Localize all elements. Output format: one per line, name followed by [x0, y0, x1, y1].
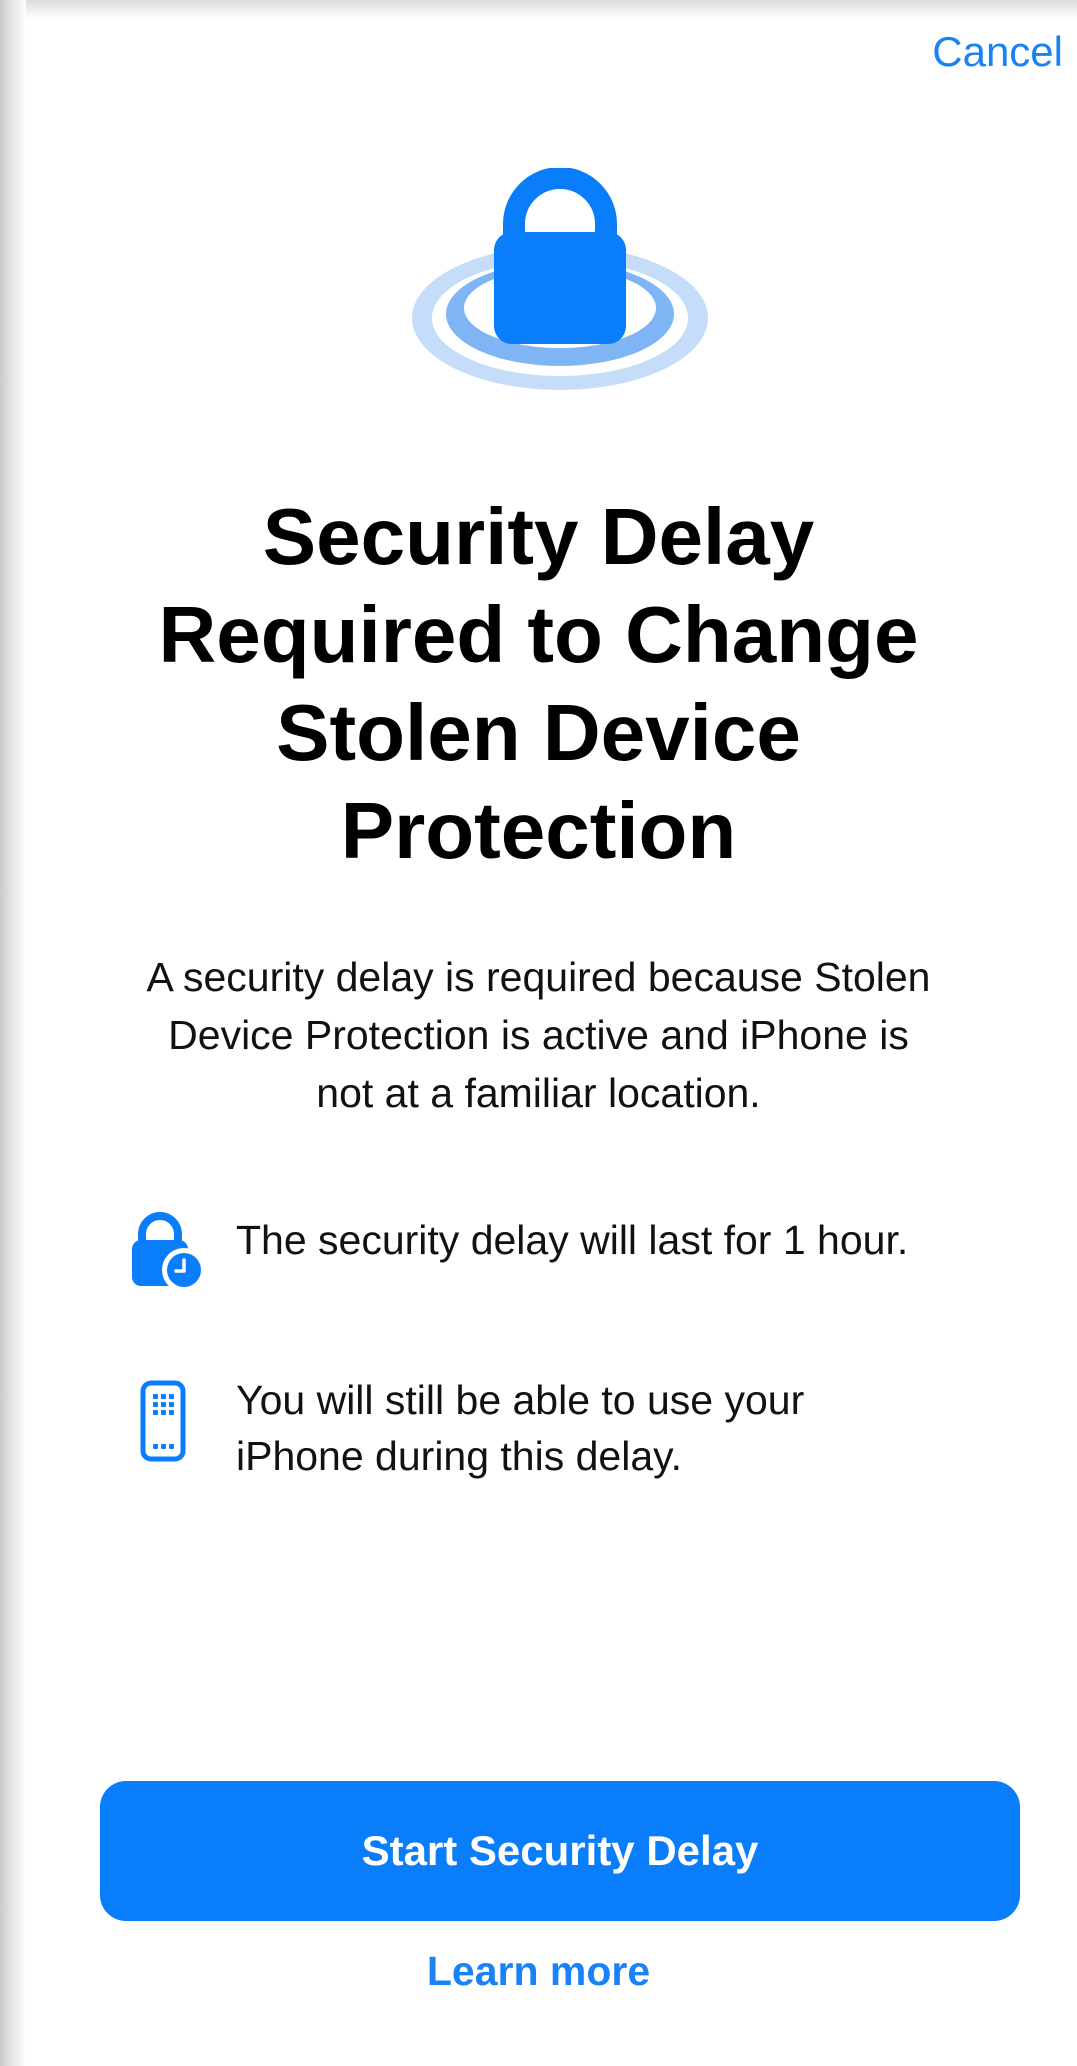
lock-with-rings-icon [410, 167, 710, 408]
feature-duration-text: The security delay will last for 1 hour. [236, 1217, 909, 1263]
window-shadow-top [0, 0, 1077, 20]
security-delay-sheet: Cancel Security Delay Required to Change… [0, 0, 1077, 2066]
cancel-button[interactable]: Cancel [932, 28, 1063, 76]
feature-usage-text: You will still be able to use your iPhon… [236, 1377, 805, 1479]
page-title: Security Delay Required to Change Stolen… [158, 492, 919, 875]
window-shadow-left [0, 0, 26, 2066]
learn-more-link[interactable]: Learn more [0, 1948, 1077, 1995]
start-security-delay-button[interactable]: Start Security Delay [100, 1781, 1020, 1921]
description-text: A security delay is required because Sto… [146, 954, 931, 1116]
lock-clock-icon [126, 1210, 206, 1292]
phone-keypad-icon [140, 1380, 186, 1462]
